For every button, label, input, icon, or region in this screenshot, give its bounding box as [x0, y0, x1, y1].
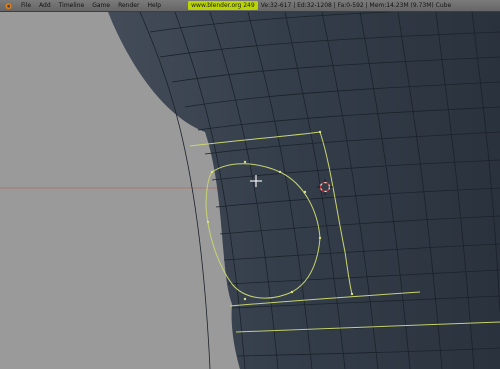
blender-logo-icon[interactable] [3, 1, 13, 10]
menu-add[interactable]: Add [39, 2, 51, 9]
menu-file[interactable]: File [21, 2, 31, 9]
menu-timeline[interactable]: Timeline [59, 2, 85, 9]
main-menu: File Add Timeline Game Render Help [21, 2, 161, 9]
3d-viewport[interactable] [0, 12, 500, 369]
menu-game[interactable]: Game [92, 2, 110, 9]
blender-url-badge[interactable]: www.blender.org 249 [188, 1, 258, 10]
menu-help[interactable]: Help [147, 2, 161, 9]
menu-render[interactable]: Render [118, 2, 139, 9]
scene-stats: Ve:32-617 | Ed:32-1208 | Fa:0-592 | Mem:… [260, 2, 452, 9]
info-header: File Add Timeline Game Render Help www.b… [0, 0, 500, 12]
